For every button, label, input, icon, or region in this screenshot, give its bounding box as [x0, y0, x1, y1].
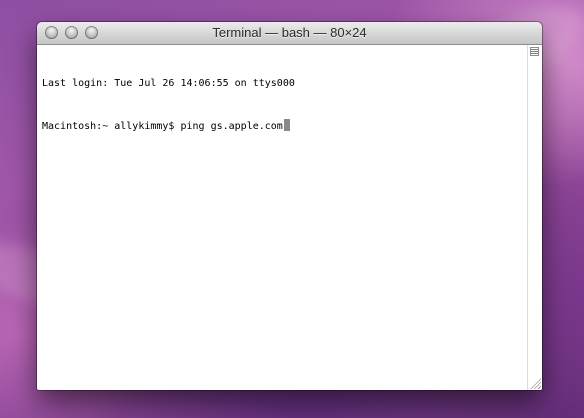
vertical-scrollbar[interactable]: [527, 45, 542, 390]
window-title: Terminal — bash — 80×24: [212, 25, 367, 40]
terminal-window[interactable]: Terminal — bash — 80×24 Last login: Tue …: [37, 22, 542, 390]
text-cursor: [283, 119, 290, 131]
split-pane-icon[interactable]: [530, 47, 539, 56]
terminal-prompt-line[interactable]: Macintosh:~ allykimmy$ ping gs.apple.com: [42, 119, 524, 133]
terminal-command: Macintosh:~ allykimmy$ ping gs.apple.com: [42, 121, 283, 132]
terminal-output[interactable]: Last login: Tue Jul 26 14:06:55 on ttys0…: [42, 49, 524, 390]
title-bar[interactable]: Terminal — bash — 80×24: [37, 22, 542, 45]
resize-grip-icon[interactable]: [529, 377, 541, 389]
terminal-line: Last login: Tue Jul 26 14:06:55 on ttys0…: [42, 78, 295, 89]
